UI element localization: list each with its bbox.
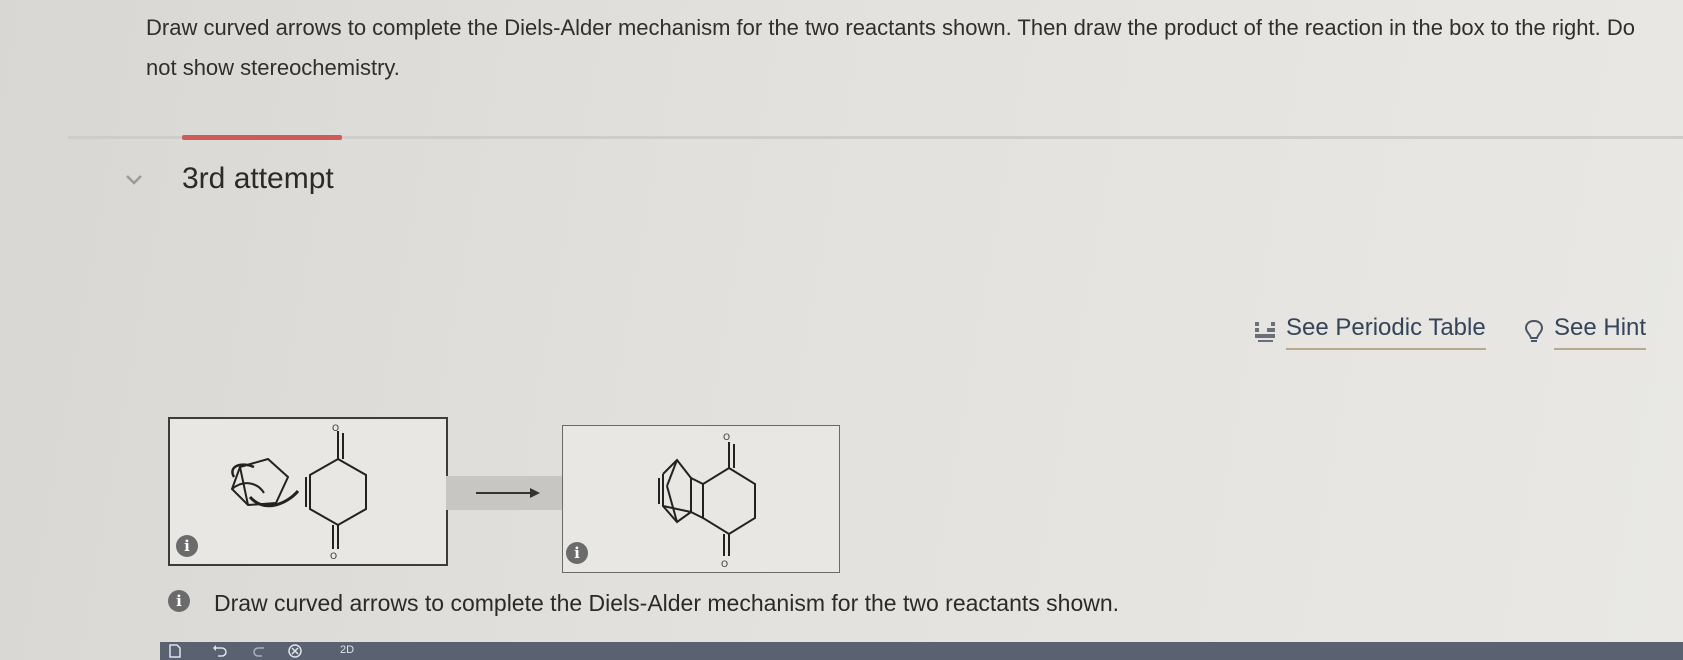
product-oxygen-top-label: O: [723, 433, 730, 443]
periodic-table-label: See Periodic Table: [1286, 314, 1486, 350]
reactants-info-icon[interactable]: i: [176, 535, 198, 557]
redo-icon[interactable]: [252, 644, 268, 658]
attempt-title: 3rd attempt: [182, 162, 334, 195]
product-oxygen-bottom-label: O: [721, 560, 728, 570]
lightbulb-icon: [1524, 319, 1544, 342]
dienophile-ring: [309, 457, 367, 527]
2d-mode-label[interactable]: 2D: [340, 644, 354, 656]
attempt-progress-accent: [182, 135, 342, 140]
product-info-icon[interactable]: i: [566, 542, 588, 564]
question-text: Draw curved arrows to complete the Diels…: [146, 15, 1635, 80]
clear-icon[interactable]: [288, 644, 302, 658]
hint-label: See Hint: [1554, 314, 1647, 350]
drawing-toolbar: 2D: [160, 642, 1683, 660]
reactants-drawing-box[interactable]: O O: [168, 417, 448, 566]
reaction-arrow-icon: [476, 488, 540, 498]
instruction-info-icon[interactable]: i: [168, 590, 190, 612]
periodic-table-icon: [1255, 322, 1275, 342]
reactants-structure: O O: [230, 424, 367, 562]
oxygen-bottom-label: O: [330, 552, 337, 562]
instruction-text: Draw curved arrows to complete the Diels…: [214, 590, 1120, 616]
product-structure: O O: [658, 433, 756, 570]
product-drawing-box[interactable]: O O: [562, 425, 840, 573]
see-periodic-table-link[interactable]: See Periodic Table: [1254, 314, 1486, 350]
oxygen-top-label: O: [332, 424, 339, 434]
undo-icon[interactable]: [212, 644, 228, 658]
reaction-arrow-band: [446, 476, 562, 510]
document-icon[interactable]: [168, 644, 182, 658]
see-hint-link[interactable]: See Hint: [1524, 314, 1647, 350]
chevron-down-icon[interactable]: [124, 172, 144, 188]
